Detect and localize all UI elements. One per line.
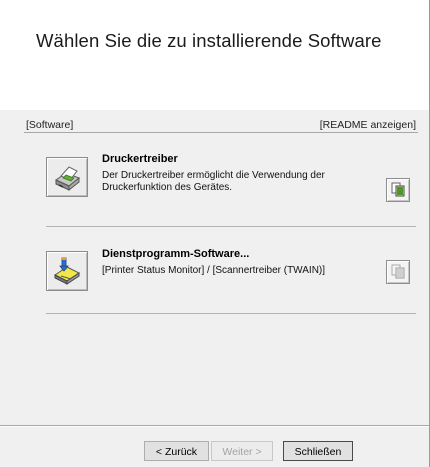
page-title: Wählen Sie die zu installierende Softwar… [36,30,382,51]
item-divider [46,313,416,314]
header-panel: Wählen Sie die zu installierende Softwar… [0,0,429,110]
item-description: [Printer Status Monitor] / [Scannertreib… [102,265,326,276]
item-description: Der Druckertreiber ermöglicht die Verwen… [102,170,325,193]
readme-document-icon [391,182,405,197]
utility-software-button[interactable] [46,251,88,291]
readme-section-label: [README anzeigen] [319,119,416,131]
readme-document-icon [391,264,405,279]
item-title: Druckertreiber [102,153,178,165]
printer-driver-icon [55,166,80,192]
readme-button-printer-driver[interactable] [386,178,410,202]
next-button[interactable]: Weiter > [211,441,273,461]
close-button[interactable]: Schließen [283,441,353,461]
printer-driver-button[interactable] [46,157,88,197]
software-section-label: [Software] [26,119,74,131]
section-separator [24,132,418,133]
item-divider [46,226,416,227]
readme-button-utility-software[interactable] [386,260,410,284]
item-title: Dienstprogramm-Software... [102,248,250,260]
back-button[interactable]: < Zurück [144,441,209,461]
footer-separator-highlight [0,426,429,427]
utility-software-icon [54,257,80,285]
